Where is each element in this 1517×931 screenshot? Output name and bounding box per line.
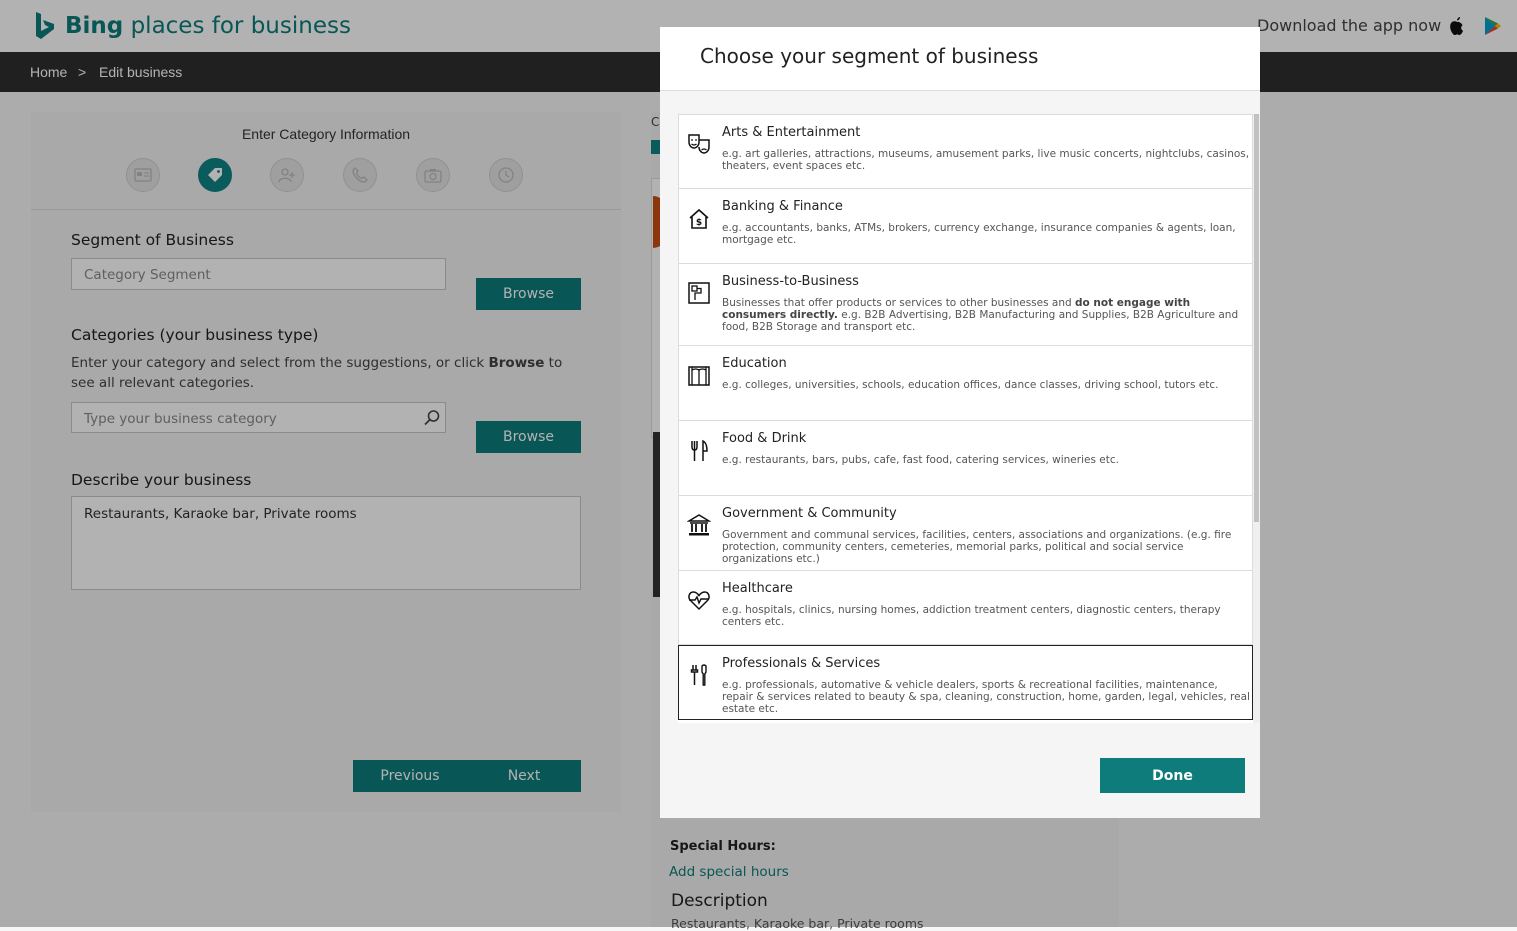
segment-desc: e.g. hospitals, clinics, nursing homes, … [722,604,1221,628]
segment-title: Education [722,356,787,371]
fork-knife-icon [691,439,708,461]
segment-desc: e.g. art galleries, attractions, museums… [722,148,1250,172]
segment-title: Healthcare [722,581,793,596]
segment-desc: Businesses that offer products or servic… [722,297,1250,333]
heartbeat-icon [688,591,710,611]
bank-house-icon: $ [689,208,709,229]
segment-title: Government & Community [722,506,897,521]
tools-icon [690,664,707,686]
building-blocks-icon [688,282,710,304]
segment-desc: e.g. accountants, banks, ATMs, brokers, … [722,222,1236,246]
segment-item-healthcare[interactable]: Healthcare e.g. hospitals, clinics, nurs… [678,570,1253,645]
theater-masks-icon [688,134,710,154]
done-button[interactable]: Done [1100,758,1245,793]
segment-item-education[interactable]: Education e.g. colleges, universities, s… [678,345,1253,421]
segment-item-professionals-services[interactable]: Professionals & Services e.g. profession… [678,645,1253,720]
segment-desc: e.g. restaurants, bars, pubs, cafe, fast… [722,454,1119,466]
government-building-icon [687,514,711,536]
segment-item-arts-entertainment[interactable]: Arts & Entertainment e.g. art galleries,… [678,114,1253,189]
modal-title: Choose your segment of business [700,44,1039,68]
segment-item-banking-finance[interactable]: $ Banking & Finance e.g. accountants, ba… [678,188,1253,264]
segment-list-scroll-thumb[interactable] [1254,114,1259,522]
svg-text:$: $ [696,218,702,228]
segment-desc: Government and communal services, facili… [722,529,1232,565]
book-icon [688,366,710,386]
segment-item-food-drink[interactable]: Food & Drink e.g. restaurants, bars, pub… [678,420,1253,496]
segment-title: Food & Drink [722,431,807,446]
segment-list[interactable]: Arts & Entertainment e.g. art galleries,… [678,114,1253,723]
segment-title: Banking & Finance [722,199,843,214]
segment-title: Professionals & Services [722,656,881,671]
segment-desc: e.g. professionals, automative & vehicle… [722,679,1250,715]
segment-title: Business-to-Business [722,274,859,289]
segment-item-government-community[interactable]: Government & Community Government and co… [678,495,1253,571]
desc-part: Businesses that offer products or servic… [722,297,1076,309]
segment-item-business-to-business[interactable]: Business-to-Business Businesses that off… [678,263,1253,346]
segment-title: Arts & Entertainment [722,125,861,140]
segment-desc: e.g. colleges, universities, schools, ed… [722,379,1219,391]
